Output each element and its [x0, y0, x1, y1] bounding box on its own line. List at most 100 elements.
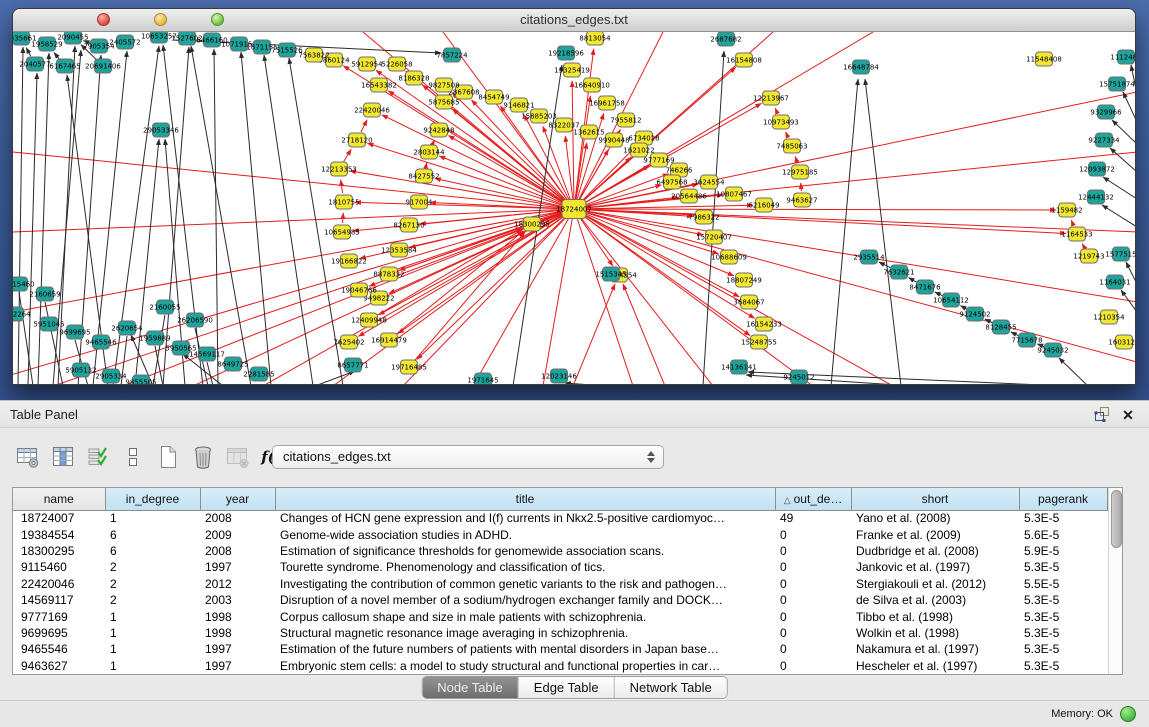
- graph-node[interactable]: 16648784: [843, 60, 879, 74]
- graph-node[interactable]: 8813054: [579, 32, 611, 45]
- table-scrollbar[interactable]: [1108, 488, 1123, 674]
- column-header[interactable]: pagerank: [1019, 488, 1107, 510]
- table-cell[interactable]: Tourette syndrome. Phenomenology and cla…: [275, 559, 775, 575]
- table-cell[interactable]: 0: [775, 592, 851, 608]
- table-cell[interactable]: Corpus callosum shape and size in male p…: [275, 608, 775, 624]
- table-cell[interactable]: 2008: [200, 543, 275, 559]
- graph-node[interactable]: 10807467: [716, 187, 752, 201]
- table-cell[interactable]: 19384554: [13, 526, 105, 542]
- table-cell[interactable]: 0: [775, 559, 851, 575]
- table-cell[interactable]: 2: [105, 559, 200, 575]
- table-cell[interactable]: 2009: [200, 526, 275, 542]
- graph-node[interactable]: 12213967: [753, 91, 789, 105]
- table-cell[interactable]: 9115460: [13, 559, 105, 575]
- table-row[interactable]: 1830029562008Estimation of significance …: [13, 543, 1107, 559]
- graph-node[interactable]: 15751874: [1099, 77, 1135, 91]
- table-cell[interactable]: 5.3E-5: [1019, 658, 1107, 674]
- graph-node[interactable]: 12023146: [541, 369, 577, 383]
- graph-node[interactable]: 5226058: [381, 57, 412, 71]
- graph-node[interactable]: 5875685: [428, 95, 459, 109]
- table-cell[interactable]: 5.5E-5: [1019, 576, 1107, 592]
- table-cell[interactable]: Estimation of significance thresholds fo…: [275, 543, 775, 559]
- graph-node[interactable]: 8649725: [217, 357, 248, 371]
- table-cell[interactable]: 49: [775, 510, 851, 526]
- table-cell[interactable]: 0: [775, 625, 851, 641]
- close-panel-icon[interactable]: ✕: [1119, 406, 1137, 424]
- graph-node[interactable]: 2687682: [710, 32, 741, 46]
- delete-table-icon[interactable]: [224, 443, 252, 471]
- graph-node[interactable]: 12213353: [321, 162, 357, 176]
- graph-node[interactable]: 16961758: [589, 96, 625, 110]
- table-cell[interactable]: 5.3E-5: [1019, 510, 1107, 526]
- graph-node[interactable]: 1971645: [467, 373, 498, 385]
- graph-node[interactable]: 9463627: [786, 193, 817, 207]
- table-cell[interactable]: 2008: [200, 510, 275, 526]
- graph-node[interactable]: 7955812: [610, 113, 641, 127]
- graph-node[interactable]: 19166822: [331, 254, 367, 268]
- table-cell[interactable]: 22420046: [13, 576, 105, 592]
- table-cell[interactable]: 6: [105, 526, 200, 542]
- table-cell[interactable]: 1997: [200, 658, 275, 674]
- graph-node[interactable]: 3624554: [693, 175, 725, 189]
- table-cell[interactable]: Structural magnetic resonance image aver…: [275, 625, 775, 641]
- graph-node[interactable]: 3684067: [733, 295, 764, 309]
- table-row[interactable]: 2242004622012Investigating the contribut…: [13, 576, 1107, 592]
- graph-node[interactable]: 2718120: [341, 133, 372, 147]
- graph-node[interactable]: 9465546: [85, 335, 117, 349]
- graph-node[interactable]: 9227334: [1088, 133, 1120, 147]
- table-select-dropdown[interactable]: citations_edges.txt: [272, 445, 664, 469]
- select-all-rows-icon[interactable]: [84, 443, 112, 471]
- table-cell[interactable]: 14569117: [13, 592, 105, 608]
- table-cell[interactable]: 9699695: [13, 625, 105, 641]
- column-header[interactable]: name: [13, 488, 105, 510]
- graph-node[interactable]: 1577515: [1105, 247, 1136, 261]
- table-cell[interactable]: 0: [775, 641, 851, 657]
- graph-node[interactable]: 8427552: [408, 169, 439, 183]
- graph-node[interactable]: 9242848: [423, 123, 454, 137]
- graph-node[interactable]: 7625402: [333, 335, 364, 349]
- column-header[interactable]: △out_de…: [775, 488, 851, 510]
- graph-node[interactable]: 10654985: [324, 225, 360, 239]
- graph-node[interactable]: 20564486: [671, 189, 707, 203]
- graph-node[interactable]: 9329966: [1090, 105, 1122, 119]
- table-cell[interactable]: 0: [775, 608, 851, 624]
- graph-node[interactable]: 12409948: [351, 313, 387, 327]
- graph-node[interactable]: 9855505: [125, 375, 156, 385]
- table-cell[interactable]: Embryonic stem cells: a model to study s…: [275, 658, 775, 674]
- table-cell[interactable]: 2003: [200, 592, 275, 608]
- graph-node[interactable]: 16154808: [726, 53, 762, 67]
- table-cell[interactable]: 1: [105, 625, 200, 641]
- graph-node[interactable]: 16640910: [574, 78, 610, 92]
- graph-node[interactable]: 5905132: [65, 363, 96, 377]
- table-cell[interactable]: Dudbridge et al. (2008): [851, 543, 1019, 559]
- table-cell[interactable]: Estimation of the future numbers of pati…: [275, 641, 775, 657]
- table-row[interactable]: 911546021997Tourette syndrome. Phenomeno…: [13, 559, 1107, 575]
- graph-node[interactable]: 1159482: [1051, 203, 1082, 217]
- graph-node[interactable]: 917004: [406, 195, 433, 209]
- new-column-icon[interactable]: [154, 443, 182, 471]
- table-cell[interactable]: 9777169: [13, 608, 105, 624]
- graph-node[interactable]: 1112480: [1110, 50, 1136, 64]
- graph-node[interactable]: 9245032: [1037, 343, 1068, 357]
- graph-node[interactable]: 8186328: [398, 71, 429, 85]
- graph-node[interactable]: 2160659: [29, 287, 60, 301]
- table-cell[interactable]: 0: [775, 658, 851, 674]
- table-cell[interactable]: Tibbo et al. (1998): [851, 608, 1019, 624]
- graph-node[interactable]: 8471676: [909, 280, 941, 294]
- table-cell[interactable]: Genome-wide association studies in ADHD.: [275, 526, 775, 542]
- graph-node[interactable]: 1219743: [1073, 249, 1104, 263]
- graph-node[interactable]: 12353584: [381, 243, 417, 257]
- column-header[interactable]: year: [200, 488, 275, 510]
- table-row[interactable]: 969969511998Structural magnetic resonanc…: [13, 625, 1107, 641]
- tab-edge-table[interactable]: Edge Table: [519, 677, 615, 698]
- table-cell[interactable]: 1998: [200, 608, 275, 624]
- table-cell[interactable]: 9463627: [13, 658, 105, 674]
- graph-node[interactable]: 12093872: [1079, 162, 1115, 176]
- table-cell[interactable]: 0: [775, 543, 851, 559]
- tab-network-table[interactable]: Network Table: [615, 677, 727, 698]
- table-cell[interactable]: de Silva et al. (2003): [851, 592, 1019, 608]
- graph-node[interactable]: 26206590: [177, 313, 213, 327]
- table-cell[interactable]: 5.6E-5: [1019, 526, 1107, 542]
- table-cell[interactable]: Nakamura et al. (1997): [851, 641, 1019, 657]
- table-cell[interactable]: Wolkin et al. (1998): [851, 625, 1019, 641]
